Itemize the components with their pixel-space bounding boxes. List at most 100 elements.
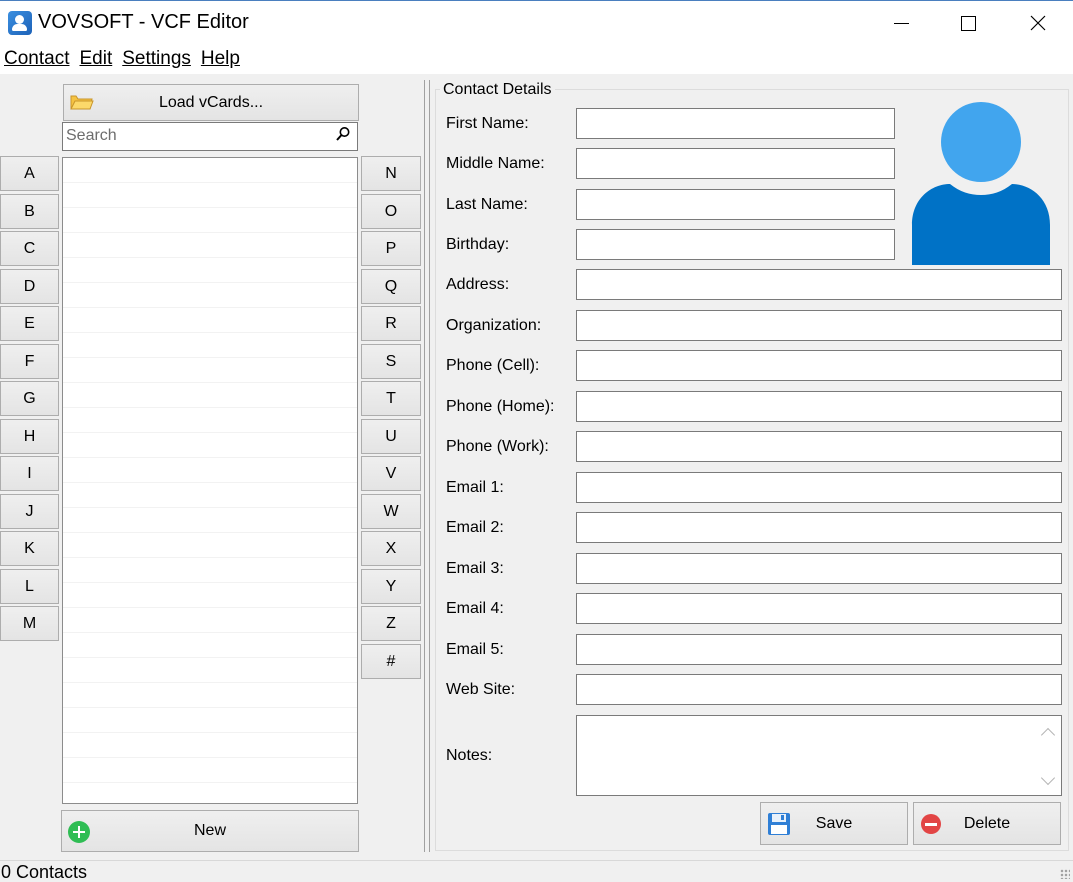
email2-label: Email 2:: [446, 519, 504, 536]
phone-home-label: Phone (Home):: [446, 398, 555, 415]
maximize-button[interactable]: [933, 1, 1003, 45]
first-name-label: First Name:: [446, 115, 529, 132]
folder-open-icon: [70, 95, 94, 110]
save-label: Save: [815, 814, 853, 832]
resize-grip-icon[interactable]: [1060, 869, 1070, 879]
menu-settings-label: Settings: [122, 48, 191, 69]
letter-button-z[interactable]: Z: [361, 606, 421, 641]
letter-button-n[interactable]: N: [361, 156, 421, 191]
menu-contact-label: Contact: [4, 48, 70, 69]
email4-field[interactable]: [576, 593, 1062, 624]
address-label: Address:: [446, 276, 510, 293]
letter-button-k[interactable]: K: [0, 531, 59, 566]
minimize-icon: [893, 22, 909, 24]
last-name-field[interactable]: [576, 189, 895, 220]
menu-contact[interactable]: Contact: [0, 48, 73, 70]
middle-name-field[interactable]: [576, 148, 895, 179]
new-contact-label: New: [193, 822, 226, 839]
window-title: VOVSOFT - VCF Editor: [38, 11, 249, 33]
middle-name-label: Middle Name:: [446, 155, 545, 172]
birthday-field[interactable]: [576, 229, 895, 260]
menu-bar: Contact Edit Settings Help: [0, 44, 1073, 74]
menu-edit-label: Edit: [79, 48, 113, 69]
letter-button-o[interactable]: O: [361, 194, 421, 229]
menu-settings[interactable]: Settings: [118, 48, 195, 70]
delete-label: Delete: [963, 814, 1011, 832]
website-field[interactable]: [576, 674, 1062, 705]
letter-button-d[interactable]: D: [0, 269, 59, 304]
phone-work-field[interactable]: [576, 431, 1062, 462]
load-vcards-button[interactable]: Load vCards...: [63, 84, 359, 121]
letter-button-c[interactable]: C: [0, 231, 59, 266]
scroll-up-icon[interactable]: [1040, 727, 1056, 743]
title-bar: VOVSOFT - VCF Editor: [0, 0, 1073, 44]
app-contact-icon: [8, 11, 32, 35]
new-contact-button[interactable]: New: [61, 810, 359, 852]
letter-button-i[interactable]: I: [0, 456, 59, 491]
organization-field[interactable]: [576, 310, 1062, 341]
email1-label: Email 1:: [446, 479, 504, 496]
email3-field[interactable]: [576, 553, 1062, 584]
panel-splitter[interactable]: [424, 80, 430, 852]
email2-field[interactable]: [576, 512, 1062, 543]
website-label: Web Site:: [446, 681, 516, 698]
save-button[interactable]: Save: [760, 802, 908, 845]
letter-button-b[interactable]: B: [0, 194, 59, 229]
menu-help-label: Help: [200, 48, 240, 69]
first-name-field[interactable]: [576, 108, 895, 139]
letter-button-j[interactable]: J: [0, 494, 59, 529]
contact-count: 0 Contacts: [1, 862, 88, 882]
letter-button-x[interactable]: X: [361, 531, 421, 566]
avatar-person-icon: [912, 102, 1050, 265]
letter-button-p[interactable]: P: [361, 231, 421, 266]
delete-button[interactable]: Delete: [913, 802, 1061, 845]
letter-button-t[interactable]: T: [361, 381, 421, 416]
email3-label: Email 3:: [446, 560, 504, 577]
menu-help[interactable]: Help: [197, 48, 244, 70]
floppy-disk-icon: [768, 813, 790, 835]
letter-button-v[interactable]: V: [361, 456, 421, 491]
scroll-down-icon[interactable]: [1040, 770, 1056, 786]
contact-list[interactable]: [62, 157, 358, 804]
letter-button-m[interactable]: M: [0, 606, 59, 641]
phone-work-label: Phone (Work):: [446, 438, 549, 455]
email1-field[interactable]: [576, 472, 1062, 503]
status-bar: 0 Contacts: [0, 860, 1073, 882]
letter-button-q[interactable]: Q: [361, 269, 421, 304]
letter-button-w[interactable]: W: [361, 494, 421, 529]
letter-button-u[interactable]: U: [361, 419, 421, 454]
letter-button-h[interactable]: H: [0, 419, 59, 454]
close-icon: [1030, 15, 1046, 31]
menu-edit[interactable]: Edit: [75, 48, 116, 70]
search-icon: [336, 127, 350, 141]
plus-icon: [68, 821, 90, 843]
search-placeholder: Search: [66, 127, 117, 144]
email5-field[interactable]: [576, 634, 1062, 665]
maximize-icon: [960, 15, 976, 31]
letter-button-y[interactable]: Y: [361, 569, 421, 604]
search-input[interactable]: Search: [62, 122, 358, 151]
load-vcards-label: Load vCards...: [158, 93, 264, 111]
close-button[interactable]: [1003, 1, 1073, 45]
letter-button-e[interactable]: E: [0, 306, 59, 341]
last-name-label: Last Name:: [446, 196, 528, 213]
address-field[interactable]: [576, 269, 1062, 300]
phone-cell-label: Phone (Cell):: [446, 357, 540, 374]
minimize-button[interactable]: [866, 1, 936, 45]
letter-button-r[interactable]: R: [361, 306, 421, 341]
letter-button-a[interactable]: A: [0, 156, 59, 191]
letter-button-l[interactable]: L: [0, 569, 59, 604]
contact-details-title: Contact Details: [440, 81, 555, 99]
notes-textarea[interactable]: [576, 715, 1062, 796]
letter-button-s[interactable]: S: [361, 344, 421, 379]
phone-home-field[interactable]: [576, 391, 1062, 422]
notes-label: Notes:: [446, 747, 493, 764]
birthday-label: Birthday:: [446, 236, 510, 253]
phone-cell-field[interactable]: [576, 350, 1062, 381]
letter-button-g[interactable]: G: [0, 381, 59, 416]
letter-button-f[interactable]: F: [0, 344, 59, 379]
email4-label: Email 4:: [446, 600, 504, 617]
minus-circle-icon: [921, 814, 941, 834]
email5-label: Email 5:: [446, 641, 504, 658]
letter-button-hash[interactable]: #: [361, 644, 421, 679]
